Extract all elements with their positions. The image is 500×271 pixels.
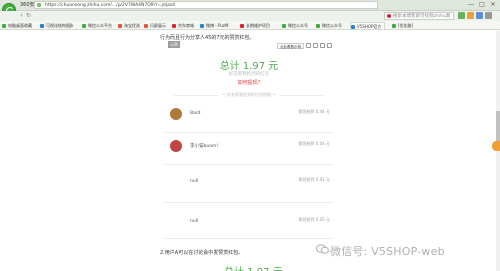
list-item: 李小猫boom! 帮您抢到 0.04 元 (164, 133, 334, 165)
bookmark-item[interactable]: 微信公众平台 (82, 22, 112, 29)
bookmark-icon (392, 23, 396, 28)
red-packet-card: 示例 点此看看示例 总计 1.97 元 好友帮我抢到的红包 如何提现? — 好友… (164, 41, 334, 241)
edit-icon[interactable] (306, 43, 311, 48)
bookmark-item[interactable]: 电脑桌面收藏 (2, 22, 32, 29)
total-amount: 总计 1.97 元 (219, 61, 279, 72)
bookmark-icon (172, 23, 176, 28)
secure-lock-icon (37, 3, 41, 7)
bookmark-icon (200, 23, 204, 28)
friend-amount: 帮您抢到 0.01 元 (298, 177, 330, 182)
friend-amount: 帮您抢到 0.04 元 (298, 141, 330, 146)
friend-amount: 帮您抢到 0.05 元 (298, 217, 330, 222)
how-to-withdraw-link[interactable]: 如何提现? (164, 79, 334, 86)
bookmark-item[interactable]: 长期维护项目 (240, 22, 270, 29)
floating-side-button[interactable] (492, 141, 500, 151)
settings-icon[interactable] (327, 43, 332, 48)
total-amount-next: 总计 1.97 元 (224, 263, 283, 271)
wechat-icon (316, 244, 329, 254)
bookmark-icon (2, 23, 6, 28)
url-bar[interactable]: https://chuansong.zhihu.com/.../p/2V7WA4… (34, 1, 378, 9)
share-icon[interactable] (320, 43, 325, 48)
bookmark-icon (240, 23, 244, 28)
records-label: — 好友帮我抢到的红包明细 — (164, 92, 334, 98)
card-toolbar: 点此看看示例 (277, 42, 332, 49)
minimize-button[interactable]: — (466, 1, 476, 9)
bookmark-icon (144, 23, 148, 28)
list-item: Bard 帮您抢到 0.44 元 (164, 101, 334, 133)
back-arrow-icon[interactable]: ‹ (18, 12, 25, 19)
intro-text: 行为而且行为分享人45的7元的赞赏红包。 (160, 35, 255, 41)
intro-text-2: 2.用户A可以在讨论会中发赞赏红包。 (160, 250, 244, 256)
bookmark-item[interactable]: 淘宝优选 (118, 22, 140, 29)
search-engine-icon[interactable] (387, 14, 391, 18)
bookmark-icon (82, 23, 86, 28)
friend-amount: 帮您抢到 0.44 元 (298, 109, 330, 114)
view-example-button[interactable]: 点此看看示例 (277, 42, 304, 49)
friend-name: null (190, 219, 199, 224)
bookmark-icon (40, 23, 44, 28)
list-item: null 帮您抢到 0.01 元 (164, 165, 334, 203)
example-tag: 示例 (168, 41, 180, 48)
bookmark-item[interactable]: 可视化结构图Jk (40, 22, 74, 29)
search-placeholder: 搜索本博客即可找到zhihu源 (393, 14, 451, 19)
friend-name: Bard (190, 111, 201, 116)
bookmark-icon (351, 24, 355, 29)
avatar (170, 108, 182, 120)
bookmark-icon (316, 23, 320, 28)
bookmark-icon (118, 23, 122, 28)
avatar (170, 210, 182, 222)
bookmark-item[interactable]: 微博 - PuzM (200, 22, 228, 29)
url-text[interactable]: https://chuansong.zhihu.com/.../p/2V7WA4… (45, 2, 175, 9)
avatar (170, 172, 182, 184)
bookmarks-bar: 电脑桌面收藏 可视化结构图Jk 微信公众平台 淘宝优选 闪屏展示 京东商城 微博… (0, 21, 500, 30)
friend-name: null (190, 179, 199, 184)
bookmark-item[interactable]: 微信公众号 (316, 22, 342, 29)
wechat-watermark: 微信号: V5SHOP-web (330, 245, 445, 258)
list-item: null 帮您抢到 0.05 元 (164, 203, 334, 239)
friend-name: 李小猫boom! (190, 144, 219, 149)
close-button[interactable]: ✕ (488, 1, 498, 9)
page-content: 行为而且行为分享人45的7元的赞赏红包。 示例 点此看看示例 总计 1.97 元… (0, 31, 496, 271)
search-input[interactable]: 搜索本博客即可找到zhihu源 (384, 12, 454, 20)
bookmark-item[interactable]: 闪屏展示 (144, 22, 166, 29)
bookmark-item[interactable]: 微信公众号 (282, 22, 308, 29)
avatar (170, 140, 182, 152)
bookmark-icon (282, 23, 286, 28)
bookmark-item[interactable]: [优化路] (392, 22, 413, 29)
total-subtitle: 好友帮我抢到的红包 (228, 72, 270, 77)
refresh-icon[interactable]: ↻ (25, 12, 32, 19)
favorites-icon[interactable] (467, 12, 474, 19)
copy-icon[interactable] (313, 43, 318, 48)
bookmark-item[interactable]: 京东商城 (172, 22, 194, 29)
download-icon[interactable] (476, 12, 483, 19)
maximize-button[interactable]: □ (477, 1, 487, 9)
bookmark-item-active[interactable]: V5SHOP官方 (350, 22, 386, 29)
extension-icon[interactable] (458, 12, 465, 19)
scrollbar[interactable] (496, 31, 500, 271)
menu-icon[interactable] (485, 12, 492, 19)
